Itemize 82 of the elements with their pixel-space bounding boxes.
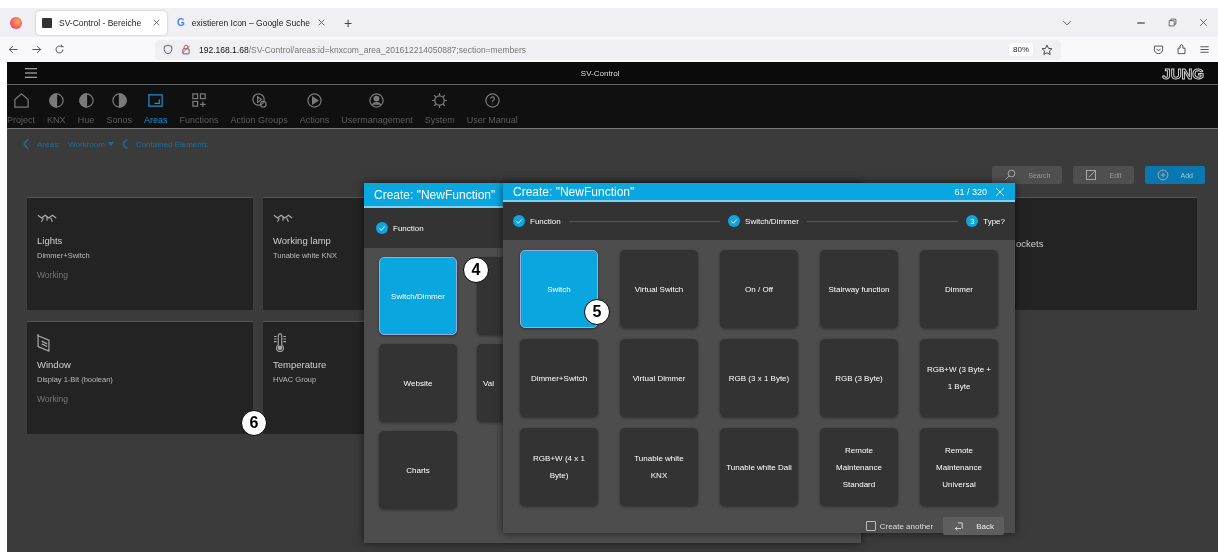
areas-icon: [147, 92, 165, 109]
menu-icon[interactable]: [1199, 44, 1210, 55]
create-another-checkbox[interactable]: Create another: [865, 521, 934, 531]
step-label: Type?: [983, 216, 1005, 226]
back-button[interactable]: Back: [943, 517, 1004, 535]
zoom-level[interactable]: 80%: [1009, 43, 1033, 56]
type-tile[interactable]: Dimmer+Switch: [520, 339, 598, 417]
type-tile[interactable]: Tunable white Dali: [720, 428, 798, 506]
google-icon: G: [177, 17, 185, 28]
type-tile[interactable]: Charts: [379, 431, 457, 509]
brand-logo: JUNG: [1162, 64, 1204, 82]
lamp-icon: [273, 213, 293, 223]
step-label: Function: [530, 216, 561, 226]
check-icon: [728, 215, 741, 227]
url-text: 192.168.1.68/SV-Control/areas:id=knxcom_area_201612214050887;section=members: [199, 44, 526, 55]
thermometer-icon: [273, 332, 287, 352]
window-icon: [37, 332, 50, 352]
type-tile[interactable]: Tunable white KNX: [620, 428, 698, 506]
type-tile[interactable]: RGB (3 x 1 Byte): [720, 339, 798, 417]
type-tile[interactable]: Website: [379, 344, 457, 422]
step-label: Switch/Dimmer: [745, 216, 799, 226]
help-icon: [483, 92, 501, 109]
close-icon[interactable]: [1199, 18, 1208, 27]
add-icon: [1156, 169, 1169, 181]
star-icon[interactable]: [1041, 43, 1053, 56]
dialog-title: Create: "NewFunction": [513, 184, 635, 199]
forward-icon[interactable]: [31, 44, 42, 55]
play-icon: [305, 92, 323, 109]
half-circle-icon: [77, 92, 95, 109]
user-icon: [368, 92, 386, 109]
type-tile[interactable]: Virtual Dimmer: [620, 339, 698, 417]
grid-plus-icon: [190, 92, 208, 109]
half-circle-icon: [47, 92, 65, 109]
restore-icon[interactable]: [1168, 18, 1177, 27]
edit-icon: [1085, 169, 1098, 181]
browser-tab[interactable]: SV-Control - Bereiche: [36, 10, 167, 35]
type-tile[interactable]: RGB+W (4 x 1 Byte): [520, 428, 598, 506]
dialog-title: Create: "NewFunction": [374, 187, 496, 202]
firefox-icon[interactable]: [10, 16, 22, 29]
caret-icon: [107, 142, 114, 146]
browser-tab[interactable]: G existieren Icon – Google Suche: [171, 10, 332, 35]
shield-icon: [163, 44, 173, 55]
type-tile[interactable]: RGB+W (3 Byte + 1 Byte: [920, 339, 998, 417]
type-tile[interactable]: RGB (3 Byte): [820, 339, 898, 417]
nav-item[interactable]: Areas: [138, 92, 174, 125]
lock-icon: [181, 44, 191, 55]
card-title: Window: [37, 359, 71, 370]
new-tab-button[interactable]: +: [343, 14, 353, 31]
reload-icon[interactable]: [54, 44, 65, 55]
play-clock-icon: [250, 92, 268, 109]
type-tile[interactable]: Remote Maintenance Universal: [920, 428, 998, 506]
menu-icon[interactable]: [24, 67, 38, 79]
half-circle-icon: [110, 92, 128, 109]
close-icon: [316, 18, 326, 27]
extensions-icon[interactable]: [1176, 44, 1187, 55]
close-icon: [152, 18, 161, 27]
card-title: Temperature: [273, 359, 327, 370]
type-tile[interactable]: Stairway function: [820, 250, 898, 328]
card-title: ockets: [1016, 238, 1044, 249]
card-title: Working lamp: [273, 235, 331, 246]
type-tile[interactable]: Virtual Switch: [620, 250, 698, 328]
breadcrumb-current: Contained Elements: [135, 139, 208, 149]
lamp-icon: [37, 213, 57, 223]
type-tile[interactable]: Remote Maintenance Standard: [820, 428, 898, 506]
return-icon: [953, 521, 965, 531]
address-bar[interactable]: 192.168.1.68/SV-Control/areas:id=knxcom_area_201612214050887;section=members 80%: [155, 39, 1061, 60]
card-status: Working: [37, 394, 69, 404]
step-label: Function: [393, 223, 424, 233]
item-counter: 61 / 320: [954, 186, 987, 197]
pocket-icon[interactable]: [1153, 44, 1164, 55]
card-status: Working: [37, 270, 69, 280]
gear-icon: [431, 92, 449, 109]
search-icon: [1004, 169, 1017, 181]
check-icon: [513, 215, 525, 227]
check-icon: [376, 222, 388, 234]
house-icon: [12, 92, 30, 109]
type-tile[interactable]: Dimmer: [920, 250, 998, 328]
app-title: SV-Control: [579, 68, 621, 78]
back-icon[interactable]: [8, 44, 19, 55]
type-tile[interactable]: On / Off: [720, 250, 798, 328]
page-icon: [42, 17, 52, 28]
card-title: Lights: [37, 235, 63, 246]
